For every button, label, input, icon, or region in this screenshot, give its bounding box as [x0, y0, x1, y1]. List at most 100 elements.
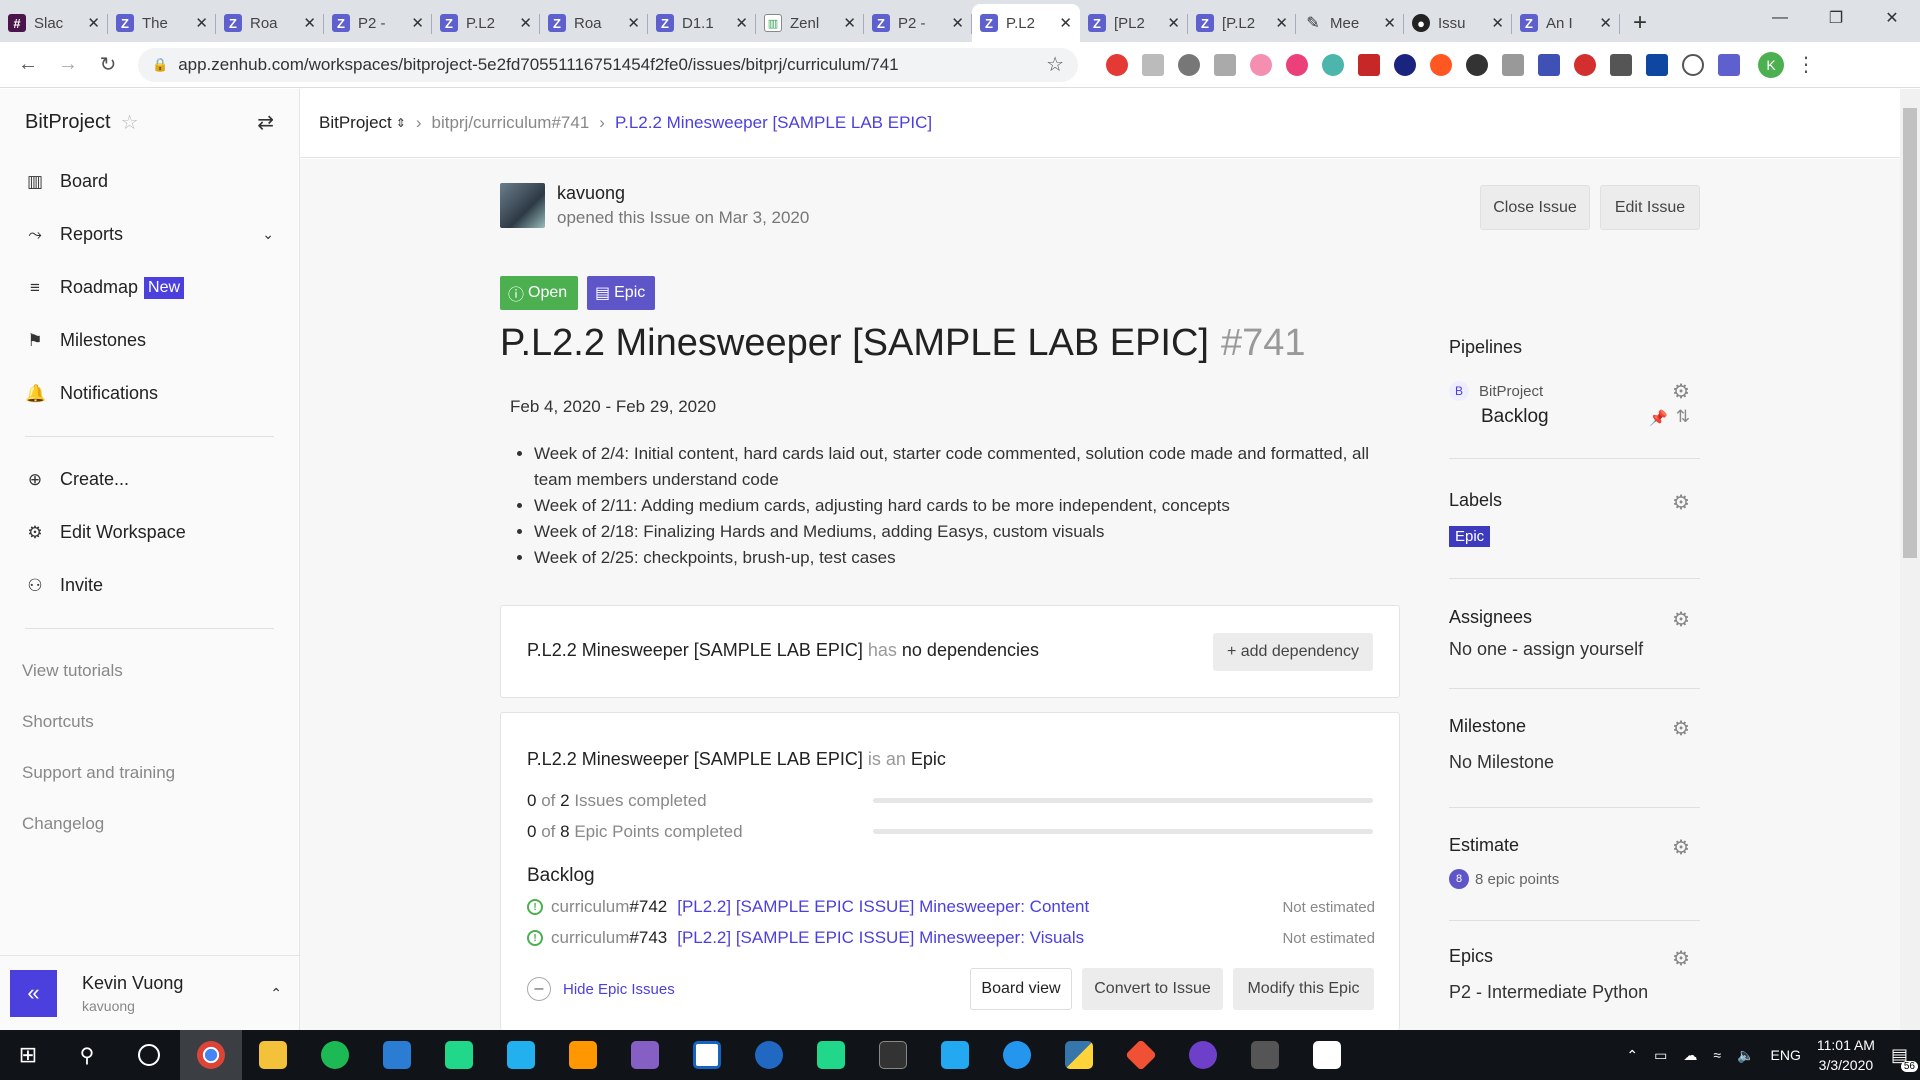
chrome-icon[interactable] — [180, 1030, 242, 1080]
close-issue-button[interactable]: Close Issue — [1480, 185, 1590, 230]
hide-epic-issues-button[interactable]: – Hide Epic Issues — [527, 977, 675, 1001]
browser-tab[interactable]: Z P.L2 ✕ — [972, 4, 1080, 42]
wifi-icon[interactable]: ≈ — [1713, 1047, 1721, 1063]
sidebar-item-roadmap[interactable]: ≡ Roadmap New — [0, 261, 299, 314]
collapse-sidebar-button[interactable]: « — [10, 969, 57, 1017]
visual-studio-icon[interactable] — [614, 1030, 676, 1080]
gear-icon[interactable]: ⚙ — [1672, 379, 1690, 404]
close-tab-icon[interactable]: ✕ — [735, 14, 748, 32]
browser-tab[interactable]: ▥ Zenl ✕ — [756, 4, 864, 42]
spotify-icon[interactable] — [304, 1030, 366, 1080]
sidebar-link[interactable]: View tutorials — [0, 645, 299, 696]
clion-icon[interactable] — [428, 1030, 490, 1080]
mail-icon[interactable] — [366, 1030, 428, 1080]
close-tab-icon[interactable]: ✕ — [627, 14, 640, 32]
maximize-icon[interactable]: ❐ — [1808, 0, 1864, 36]
github-desktop-icon[interactable] — [1172, 1030, 1234, 1080]
close-tab-icon[interactable]: ✕ — [303, 14, 316, 32]
snipping-tool-icon[interactable] — [1234, 1030, 1296, 1080]
favorite-star-icon[interactable]: ☆ — [121, 110, 139, 135]
typora-icon[interactable] — [1296, 1030, 1358, 1080]
label-chip[interactable]: Epic — [1449, 526, 1491, 547]
browser-tab[interactable]: Z Roa ✕ — [216, 4, 324, 42]
bookmark-star-icon[interactable]: ☆ — [1046, 52, 1064, 77]
issue-link[interactable]: [PL2.2] [SAMPLE EPIC ISSUE] Minesweeper:… — [677, 897, 1089, 917]
browser-tab[interactable]: Z D1.1 ✕ — [648, 4, 756, 42]
browser-tab[interactable]: Z [PL2 ✕ — [1080, 4, 1188, 42]
terminal-icon[interactable] — [862, 1030, 924, 1080]
close-tab-icon[interactable]: ✕ — [1059, 14, 1072, 32]
docker-icon[interactable] — [986, 1030, 1048, 1080]
convert-to-issue-button[interactable]: Convert to Issue — [1082, 968, 1223, 1010]
avatar[interactable] — [500, 183, 545, 228]
sidebar-link[interactable]: Changelog — [0, 798, 299, 849]
sidebar-item-reports[interactable]: ⤳ Reports ⌄ — [0, 208, 299, 261]
vscode-icon[interactable] — [924, 1030, 986, 1080]
close-tab-icon[interactable]: ✕ — [1383, 14, 1396, 32]
reload-icon[interactable]: ↻ — [88, 52, 128, 77]
workspace-name[interactable]: BitProject — [25, 111, 111, 134]
notification-center-icon[interactable]: ▤ 56 — [1891, 1045, 1918, 1072]
chevron-up-icon[interactable]: ⌃ — [270, 985, 282, 1002]
profile-avatar[interactable]: K — [1758, 51, 1784, 78]
close-tab-icon[interactable]: ✕ — [87, 14, 100, 32]
new-tab-button[interactable]: + — [1620, 4, 1660, 42]
extension-icon[interactable] — [1142, 53, 1164, 76]
extension-icon[interactable] — [1574, 53, 1596, 76]
author-name[interactable]: kavuong — [557, 183, 809, 204]
extension-icon[interactable] — [1538, 53, 1560, 76]
close-tab-icon[interactable]: ✕ — [1167, 14, 1180, 32]
extension-icon[interactable] — [1430, 53, 1452, 76]
edit-issue-button[interactable]: Edit Issue — [1600, 185, 1700, 230]
close-tab-icon[interactable]: ✕ — [1275, 14, 1288, 32]
extension-icon[interactable] — [1214, 53, 1236, 76]
close-tab-icon[interactable]: ✕ — [1491, 14, 1504, 32]
pycharm-icon[interactable] — [800, 1030, 862, 1080]
browser-tab[interactable]: Z P2 - ✕ — [864, 4, 972, 42]
sidebar-action-1[interactable]: ⚙ Edit Workspace — [0, 506, 299, 559]
back-icon[interactable]: ← — [8, 53, 48, 76]
extension-icon[interactable] — [1322, 53, 1344, 76]
board-view-button[interactable]: Board view — [970, 968, 1072, 1010]
gear-icon[interactable]: ⚙ — [1672, 835, 1690, 860]
extension-icon[interactable] — [1682, 53, 1704, 76]
issue-link[interactable]: [PL2.2] [SAMPLE EPIC ISSUE] Minesweeper:… — [677, 928, 1084, 948]
close-tab-icon[interactable]: ✕ — [951, 14, 964, 32]
sidebar-link[interactable]: Shortcuts — [0, 696, 299, 747]
extension-icon[interactable] — [1106, 53, 1128, 76]
git-icon[interactable] — [1110, 1030, 1172, 1080]
browser-tab[interactable]: Z The ✕ — [108, 4, 216, 42]
browser-tab[interactable]: ● Issu ✕ — [1404, 4, 1512, 42]
sidebar-item-notifications[interactable]: 🔔 Notifications — [0, 367, 299, 420]
python-icon[interactable] — [1048, 1030, 1110, 1080]
extension-icon[interactable] — [1394, 53, 1416, 76]
sort-icon[interactable]: ⇕ — [396, 116, 406, 130]
close-tab-icon[interactable]: ✕ — [1599, 14, 1612, 32]
task-view-icon[interactable] — [118, 1030, 180, 1080]
user-block[interactable]: Kevin Vuong kavuong — [82, 973, 183, 1014]
forward-icon[interactable]: → — [48, 53, 88, 76]
address-bar[interactable]: 🔒 app.zenhub.com/workspaces/bitproject-5… — [138, 47, 1078, 82]
browser-tab[interactable]: Z [P.L2 ✕ — [1188, 4, 1296, 42]
browser-tab[interactable]: ✎ Mee ✕ — [1296, 4, 1404, 42]
add-dependency-button[interactable]: + add dependency — [1213, 633, 1373, 671]
milestone-value[interactable]: No Milestone — [1449, 752, 1554, 773]
language-indicator[interactable]: ENG — [1771, 1047, 1801, 1063]
breadcrumb-workspace[interactable]: BitProject — [319, 113, 392, 133]
extension-icon[interactable] — [1610, 53, 1632, 76]
chevron-up-icon[interactable]: ⌃ — [1626, 1047, 1638, 1064]
gear-icon[interactable]: ⚙ — [1672, 716, 1690, 741]
windows-start-icon[interactable]: ⊞ — [0, 1042, 56, 1068]
breadcrumb-issue[interactable]: P.L2.2 Minesweeper [SAMPLE LAB EPIC] — [615, 113, 932, 133]
system-clock[interactable]: 11:01 AM 3/3/2020 — [1817, 1035, 1875, 1075]
switch-workspace-icon[interactable]: ⇄ — [257, 110, 274, 135]
sidebar-item-milestones[interactable]: ⚑ Milestones — [0, 314, 299, 367]
app-icon[interactable] — [676, 1030, 738, 1080]
close-tab-icon[interactable]: ✕ — [195, 14, 208, 32]
extension-icon[interactable] — [1466, 53, 1488, 76]
close-tab-icon[interactable]: ✕ — [519, 14, 532, 32]
browser-menu-icon[interactable]: ⋮ — [1796, 52, 1816, 77]
sidebar-action-0[interactable]: ⊕ Create... — [0, 453, 299, 506]
close-tab-icon[interactable]: ✕ — [843, 14, 856, 32]
scrollbar-thumb[interactable] — [1903, 108, 1917, 558]
